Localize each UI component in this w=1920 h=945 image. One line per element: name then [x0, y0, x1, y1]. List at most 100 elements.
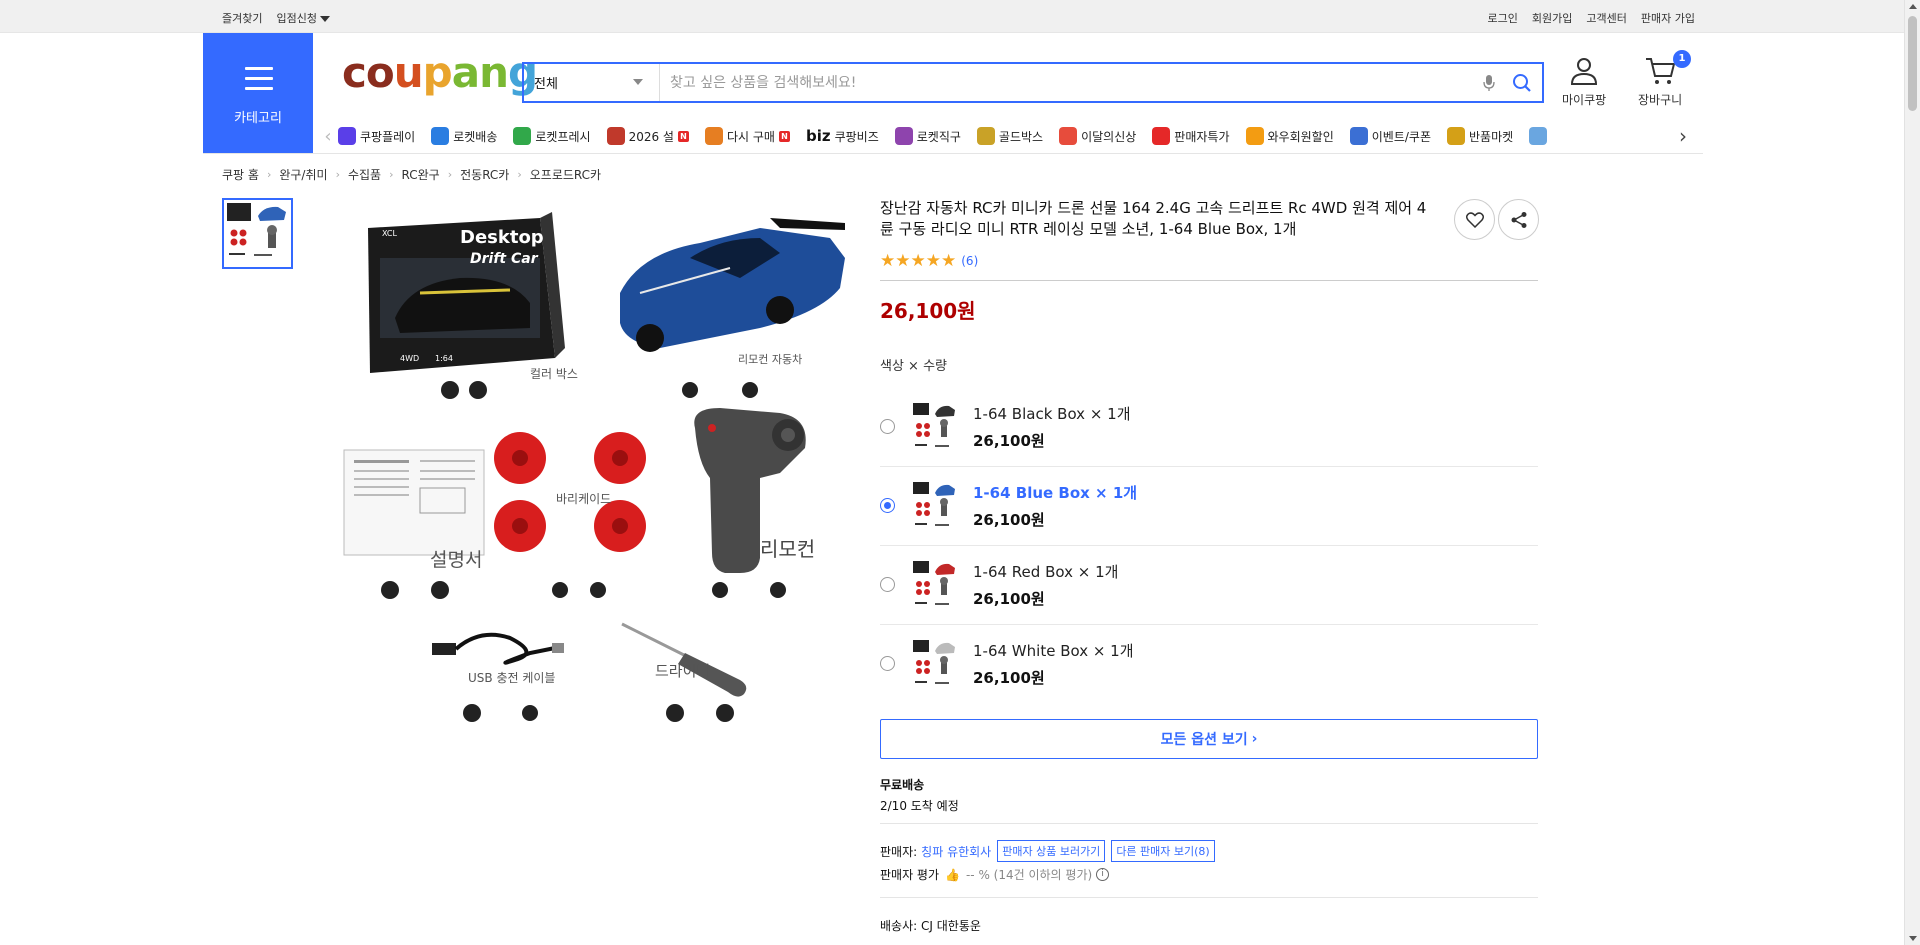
nav-item-icon: [1245, 127, 1264, 145]
option-price: 26,100원: [973, 431, 1045, 450]
breadcrumb-item[interactable]: RC완구: [402, 166, 440, 183]
nav-item-label: 쿠팡비즈: [834, 129, 879, 144]
mypage-button[interactable]: 마이쿠팡: [1562, 56, 1606, 108]
breadcrumb-separator-icon: ›: [389, 168, 394, 181]
main-product-image[interactable]: Desktop Drift Car 4WD 1:64 XCL 컬러 박스 리모컨…: [340, 198, 850, 738]
svg-text:USB 충전 케이블: USB 충전 케이블: [468, 671, 555, 685]
coupang-logo[interactable]: coupang: [342, 52, 538, 94]
option-radio[interactable]: [880, 577, 895, 592]
thumbnail-selected[interactable]: [222, 198, 293, 269]
star-icon: ★: [895, 251, 911, 271]
option-label: 색상 × 수량: [880, 359, 947, 374]
scrollbar-thumb[interactable]: [1908, 16, 1917, 111]
seller-divider: [880, 897, 1538, 898]
nav-item-label: 골드박스: [998, 129, 1044, 144]
nav-item-icon: [338, 127, 356, 145]
screwdriver-image: [621, 622, 747, 697]
info-icon[interactable]: i: [1096, 868, 1110, 881]
nav-item[interactable]: 로켓배송: [431, 127, 497, 145]
login-link[interactable]: 로그인: [1488, 10, 1518, 26]
option-item[interactable]: 1-64 White Box × 1개 26,100원: [880, 624, 1538, 703]
scroll-up-icon[interactable]: [1909, 4, 1917, 9]
nav-item[interactable]: biz 쿠팡비즈: [806, 127, 879, 145]
option-text: 1-64 Red Box × 1개 26,100원: [973, 561, 1118, 609]
review-count[interactable]: (6): [961, 254, 978, 268]
product-price: 26,100원: [880, 299, 976, 323]
breadcrumb: 쿠팡 홈 › 완구/취미 › 수집품 › RC완구 › 전동RC카 › 오프로드RC카: [222, 166, 601, 183]
search-scope-select[interactable]: 전체: [524, 64, 660, 101]
bookmark-link[interactable]: 즐겨찾기: [222, 10, 262, 26]
option-radio[interactable]: [880, 419, 895, 434]
nav-item[interactable]: 2026 설N: [606, 127, 689, 145]
all-options-button[interactable]: 모든 옵션 보기 ›: [880, 719, 1538, 759]
breadcrumb-item[interactable]: 전동RC카: [460, 166, 509, 183]
nav-item[interactable]: 쿠팡플레이: [338, 127, 415, 145]
seller-rating-label: 판매자 평가: [880, 868, 940, 882]
mypage-label: 마이쿠팡: [1562, 93, 1607, 107]
breadcrumb-item[interactable]: 완구/취미: [279, 166, 327, 183]
nav-item-icon: [513, 127, 532, 145]
star-icon: ★: [910, 251, 926, 271]
seller-apply-link[interactable]: 입점신청: [276, 10, 330, 26]
svg-text:1:64: 1:64: [435, 354, 453, 363]
new-badge: N: [778, 130, 790, 142]
nav-item[interactable]: 이벤트/쿠폰: [1349, 127, 1431, 145]
product-rating[interactable]: ★★★★★ (6): [880, 252, 978, 270]
breadcrumb-separator-icon: ›: [266, 168, 272, 181]
option-radio[interactable]: [880, 656, 895, 671]
arrival-date: 2/10 도착 예정: [880, 799, 959, 813]
search-icon: [1513, 73, 1531, 92]
nav-item-label: 와우회원할인: [1267, 129, 1334, 144]
option-item[interactable]: 1-64 Blue Box × 1개 26,100원: [880, 466, 1538, 545]
breadcrumb-item[interactable]: 수집품: [348, 166, 381, 183]
nav-item[interactable]: 로켓프레시: [513, 127, 591, 145]
star-icon: ★: [880, 251, 896, 271]
all-options-label: 모든 옵션 보기: [1160, 732, 1248, 748]
nav-item[interactable]: 반품마켓: [1447, 127, 1513, 145]
heart-icon: [1465, 211, 1484, 228]
svg-text:Drift Car: Drift Car: [470, 251, 539, 267]
breadcrumb-item[interactable]: 오프로드RC카: [530, 166, 601, 183]
microphone-icon[interactable]: [1476, 70, 1502, 96]
search-input[interactable]: [660, 64, 1476, 101]
nav-item[interactable]: 와우회원할인: [1245, 127, 1334, 145]
option-radio[interactable]: [880, 498, 895, 513]
thumbs-up-icon: 👍: [945, 867, 960, 882]
search-button[interactable]: [1502, 64, 1542, 101]
cart-count-badge: 1: [1673, 50, 1691, 68]
shipping-title: 무료배송: [880, 778, 925, 792]
category-menu-button[interactable]: 카테고리: [203, 33, 313, 153]
signup-link[interactable]: 회원가입: [1532, 10, 1572, 26]
nav-item-label: 2026 설: [628, 129, 674, 144]
option-item[interactable]: 1-64 Red Box × 1개 26,100원: [880, 545, 1538, 624]
nav-item[interactable]: 골드박스: [976, 127, 1044, 145]
seller-signup-link[interactable]: 판매자 가입: [1641, 10, 1695, 26]
option-price: 26,100원: [973, 668, 1045, 687]
wishlist-button[interactable]: [1454, 199, 1495, 240]
share-button[interactable]: [1498, 199, 1539, 240]
seller-products-button[interactable]: 판매자 상품 보러가기: [997, 840, 1106, 862]
customer-center-link[interactable]: 고객센터: [1586, 10, 1626, 26]
user-icon: [1571, 58, 1598, 85]
nav-item[interactable]: 판매자특가: [1152, 127, 1230, 145]
search-bar: 전체: [522, 62, 1544, 103]
seller-name-link[interactable]: 칭파 유한회사: [921, 843, 991, 860]
page-scrollbar[interactable]: [1904, 0, 1920, 945]
breadcrumb-item[interactable]: 쿠팡 홈: [222, 166, 259, 183]
manual-image: [343, 449, 485, 556]
star-icon: ★: [941, 251, 957, 271]
chevron-right-icon[interactable]: ›: [1668, 123, 1698, 149]
rc-car-image: [620, 218, 845, 352]
nav-item[interactable]: 이달의신상: [1059, 127, 1136, 145]
option-thumbnail: [913, 402, 955, 447]
nav-item[interactable]: 다시 구매 N: [704, 127, 790, 145]
other-sellers-button[interactable]: 다른 판매자 보기(8): [1111, 840, 1215, 862]
option-thumbnail: [913, 481, 955, 526]
option-thumbnail: [913, 560, 955, 605]
chevron-left-icon[interactable]: ‹: [318, 126, 338, 147]
seller-apply-label: 입점신청: [276, 12, 317, 25]
nav-item[interactable]: [1529, 127, 1551, 145]
scroll-down-icon[interactable]: [1909, 936, 1917, 941]
option-item[interactable]: 1-64 Black Box × 1개 26,100원: [880, 387, 1538, 466]
nav-item[interactable]: 로켓직구: [894, 127, 961, 145]
